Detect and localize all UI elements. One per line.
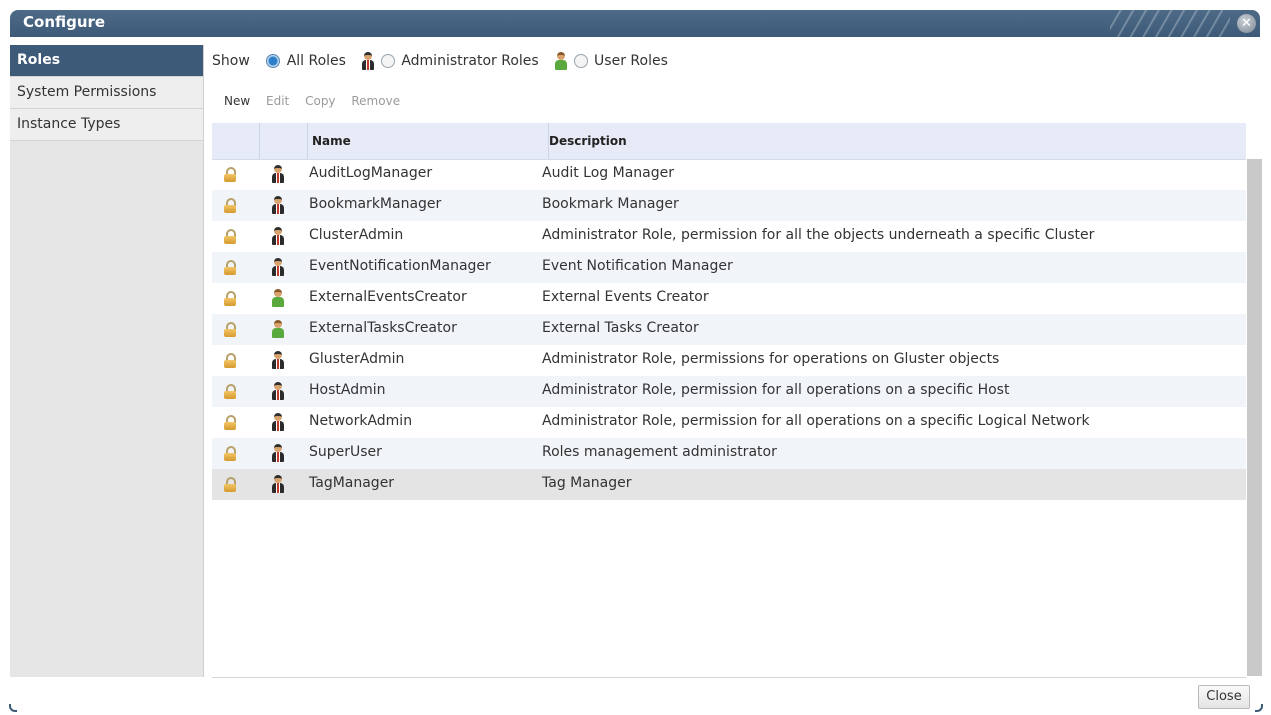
admin-role-icon (272, 444, 284, 462)
sidebar-item-roles[interactable]: Roles (10, 45, 203, 77)
role-description: Audit Log Manager (542, 165, 674, 181)
role-name: HostAdmin (309, 382, 386, 398)
configure-dialog: Configure ✕ Roles System Permissions Ins… (0, 0, 1271, 715)
role-description: External Events Creator (542, 289, 709, 305)
sidebar-item-system-permissions[interactable]: System Permissions (10, 77, 203, 109)
edit-button[interactable]: Edit (266, 94, 289, 108)
show-label: Show (212, 53, 250, 69)
lock-icon (224, 446, 236, 461)
administrator-roles-label[interactable]: Administrator Roles (401, 53, 538, 69)
user-roles-label[interactable]: User Roles (594, 53, 668, 69)
role-name: ExternalEventsCreator (309, 289, 467, 305)
role-name: BookmarkManager (309, 196, 442, 212)
admin-role-icon (272, 475, 284, 493)
table-row[interactable]: AuditLogManager Audit Log Manager (212, 159, 1246, 190)
type-column-header[interactable] (260, 123, 308, 159)
action-toolbar: New Edit Copy Remove (224, 94, 412, 108)
role-filter: Show All Roles Administrator Roles User … (212, 52, 680, 72)
titlebar-decoration (1110, 10, 1230, 37)
role-description: Event Notification Manager (542, 258, 733, 274)
lock-icon (224, 477, 236, 492)
lock-icon (224, 291, 236, 306)
admin-role-icon (272, 165, 284, 183)
table-row[interactable]: ExternalTasksCreator External Tasks Crea… (212, 314, 1246, 345)
role-name: ClusterAdmin (309, 227, 404, 243)
user-role-icon (272, 320, 284, 338)
table-row[interactable]: GlusterAdmin Administrator Role, permiss… (212, 345, 1246, 376)
roles-panel: Show All Roles Administrator Roles User … (204, 45, 1262, 678)
role-name: NetworkAdmin (309, 413, 413, 429)
dialog-corner-decoration (1255, 704, 1263, 712)
admin-role-icon (272, 351, 284, 369)
admin-role-icon (272, 196, 284, 214)
table-row[interactable]: BookmarkManager Bookmark Manager (212, 190, 1246, 221)
copy-button[interactable]: Copy (305, 94, 335, 108)
role-description: Roles management administrator (542, 444, 777, 460)
role-description: Administrator Role, permissions for oper… (542, 351, 1000, 367)
dialog-corner-decoration (9, 704, 17, 712)
role-description: Administrator Role, permission for all t… (542, 227, 1095, 243)
table-row[interactable]: SuperUser Roles management administrator (212, 438, 1246, 469)
lock-icon (224, 384, 236, 399)
lock-icon (224, 415, 236, 430)
role-description: Administrator Role, permission for all o… (542, 413, 1090, 429)
all-roles-label[interactable]: All Roles (287, 53, 346, 69)
description-column-header[interactable]: Description (545, 123, 1249, 159)
table-row[interactable]: NetworkAdmin Administrator Role, permiss… (212, 407, 1246, 438)
role-name: EventNotificationManager (309, 258, 491, 274)
all-roles-radio[interactable] (266, 54, 281, 68)
table-row[interactable]: EventNotificationManager Event Notificat… (212, 252, 1246, 283)
admin-role-icon (272, 382, 284, 400)
admin-role-icon (272, 413, 284, 431)
table-row[interactable]: ExternalEventsCreator External Events Cr… (212, 283, 1246, 314)
lock-icon (224, 229, 236, 244)
lock-icon (224, 322, 236, 337)
role-description: Administrator Role, permission for all o… (542, 382, 1010, 398)
lock-column-header[interactable] (212, 123, 260, 159)
new-button[interactable]: New (224, 94, 250, 108)
table-body: AuditLogManager Audit Log Manager Bookma… (212, 159, 1246, 500)
lock-icon (224, 260, 236, 275)
role-description: Bookmark Manager (542, 196, 679, 212)
role-name: SuperUser (309, 444, 382, 460)
roles-table: Name Description AuditLogManager Audit L… (212, 123, 1262, 678)
user-role-icon (272, 289, 284, 307)
role-name: ExternalTasksCreator (309, 320, 457, 336)
close-button[interactable]: Close (1198, 685, 1250, 709)
administrator-roles-radio[interactable] (380, 54, 395, 68)
vertical-scrollbar[interactable] (1247, 159, 1262, 676)
user-roles-radio[interactable] (573, 54, 588, 68)
lock-icon (224, 167, 236, 182)
admin-role-icon (272, 227, 284, 245)
admin-role-icon (272, 258, 284, 276)
table-row[interactable]: ClusterAdmin Administrator Role, permiss… (212, 221, 1246, 252)
dialog-titlebar[interactable]: Configure ✕ (10, 10, 1260, 37)
close-icon[interactable]: ✕ (1237, 14, 1256, 33)
table-row[interactable]: HostAdmin Administrator Role, permission… (212, 376, 1246, 407)
dialog-title: Configure (23, 13, 106, 31)
name-column-header[interactable]: Name (308, 123, 549, 159)
user-icon (555, 52, 568, 70)
lock-icon (224, 198, 236, 213)
role-name: AuditLogManager (309, 165, 433, 181)
remove-button[interactable]: Remove (351, 94, 400, 108)
admin-icon (362, 52, 375, 70)
table-row-selected[interactable]: TagManager Tag Manager (212, 469, 1246, 500)
table-header: Name Description (212, 123, 1246, 160)
role-name: TagManager (309, 475, 395, 491)
role-name: GlusterAdmin (309, 351, 405, 367)
role-description: Tag Manager (542, 475, 632, 491)
sidebar-item-instance-types[interactable]: Instance Types (10, 109, 203, 141)
lock-icon (224, 353, 236, 368)
sidebar: Roles System Permissions Instance Types (10, 45, 204, 677)
role-description: External Tasks Creator (542, 320, 699, 336)
